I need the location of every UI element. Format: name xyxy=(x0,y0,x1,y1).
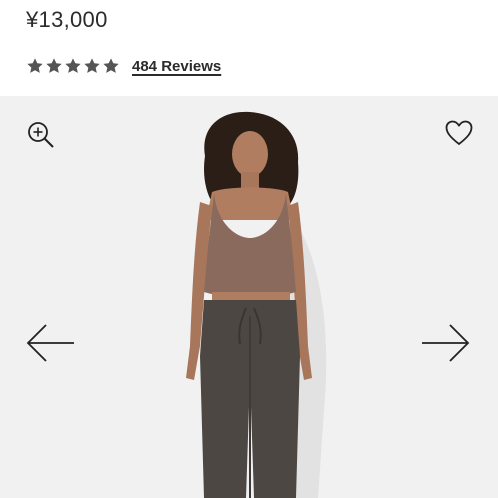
reviews-link[interactable]: 484 Reviews xyxy=(132,58,221,75)
star-icon xyxy=(27,58,43,73)
rating-row: 484 Reviews xyxy=(26,54,221,78)
heart-icon[interactable] xyxy=(444,118,474,148)
star-icon xyxy=(84,58,100,73)
star-rating xyxy=(26,57,120,75)
star-icon xyxy=(65,58,81,73)
product-image-gallery[interactable] xyxy=(0,96,498,498)
zoom-icon[interactable] xyxy=(26,120,56,150)
star-icon xyxy=(103,58,119,73)
arrow-left-icon[interactable] xyxy=(24,322,76,364)
product-price: ¥13,000 xyxy=(26,7,108,32)
arrow-right-icon[interactable] xyxy=(420,322,472,364)
product-photo xyxy=(0,96,498,498)
star-icon xyxy=(46,58,62,73)
